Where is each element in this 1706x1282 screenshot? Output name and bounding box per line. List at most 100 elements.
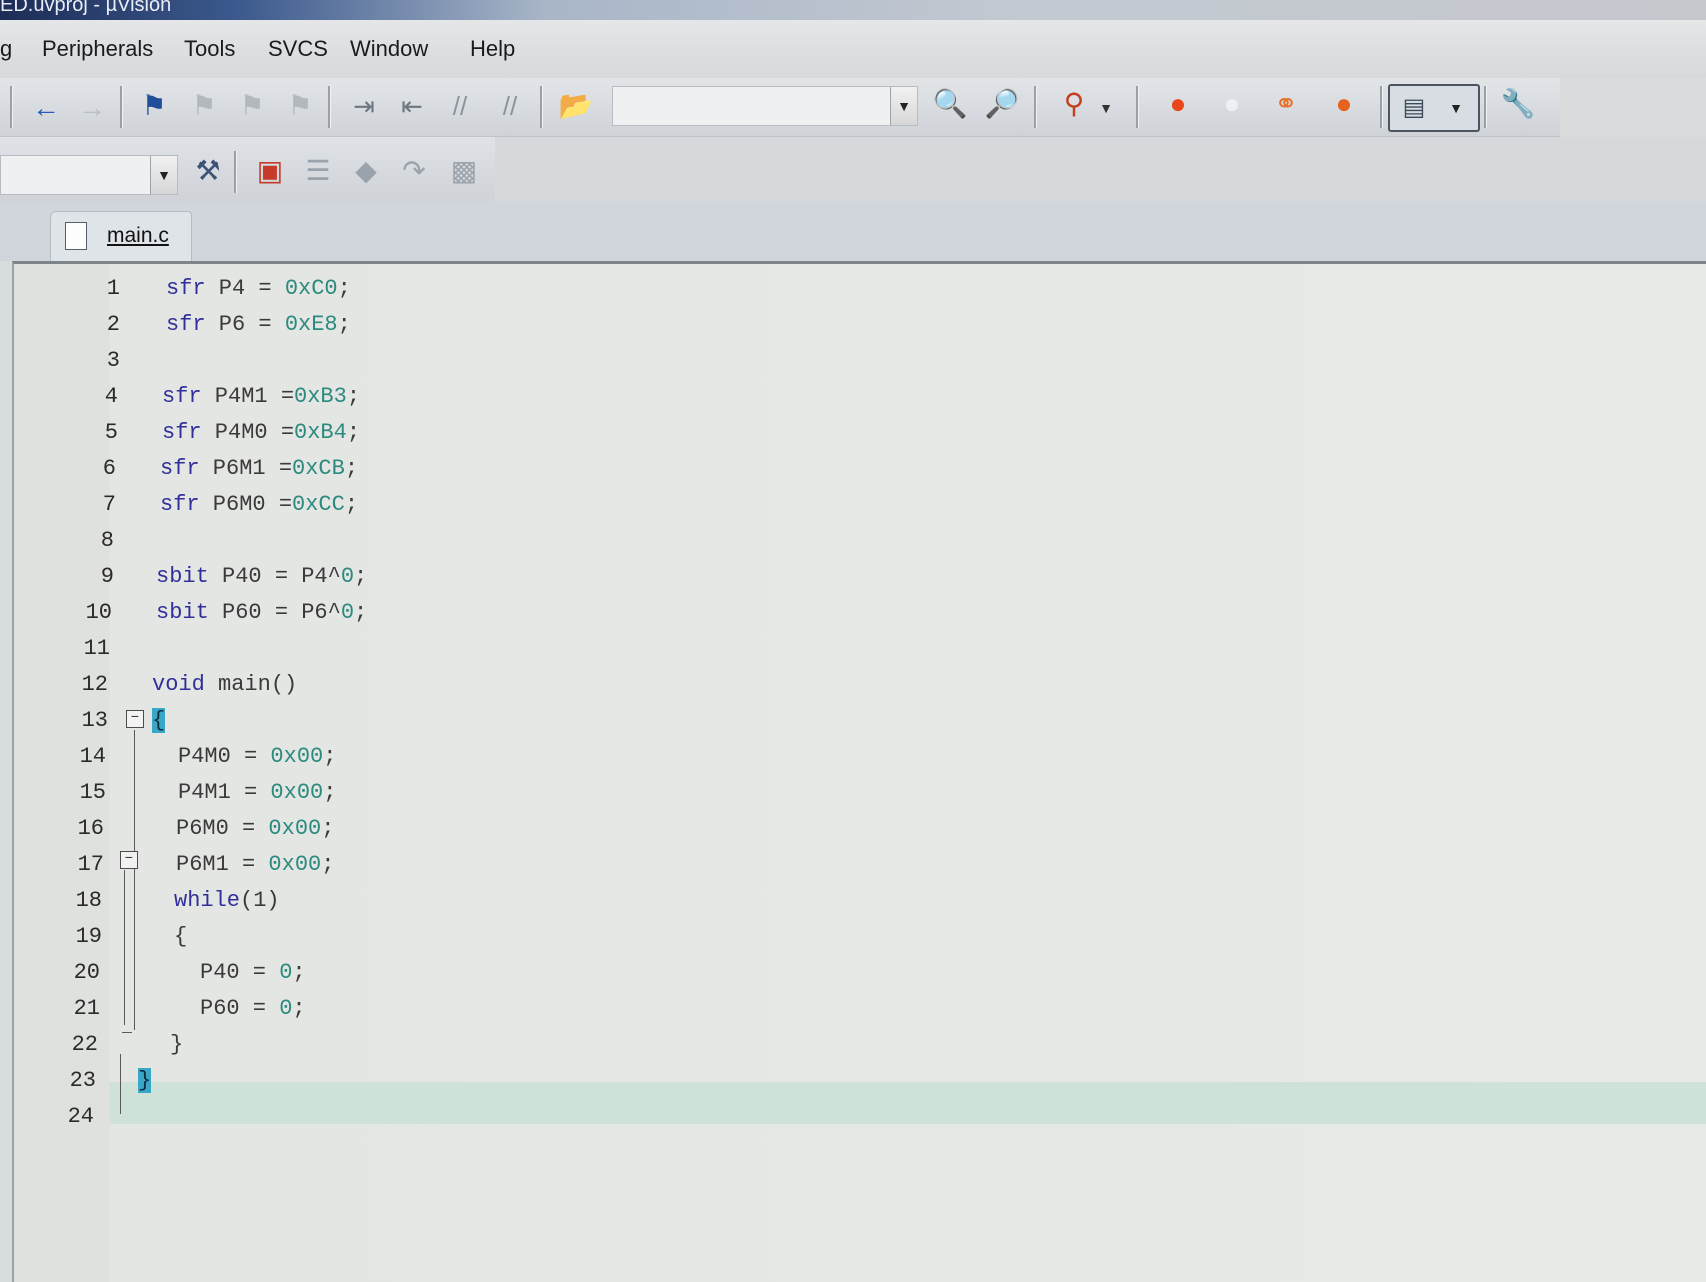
line-number: 11: [83, 636, 110, 661]
chevron-down-icon[interactable]: ▼: [1096, 90, 1116, 126]
code-line: P40 = 0;: [200, 960, 306, 985]
code-line: P6M0 = 0x00;: [176, 816, 335, 841]
line-number: 3: [106, 348, 120, 373]
back-arrow-icon[interactable]: ←: [28, 90, 64, 126]
line-number: 16: [77, 816, 104, 841]
code-line: sfr P6 = 0xE8;: [166, 312, 351, 337]
code-line: sbit P40 = P4^0;: [156, 564, 368, 589]
line-number: 12: [81, 672, 108, 697]
target-select[interactable]: ▼: [0, 155, 178, 195]
find-combo[interactable]: ▼: [612, 86, 918, 126]
code-line: }: [170, 1032, 184, 1057]
window-layout-button[interactable]: ▤ ▼: [1388, 84, 1480, 132]
next-bookmark-icon[interactable]: ⚑: [234, 88, 270, 124]
menu-bar: g Peripherals Tools SVCS Window Help: [0, 20, 1706, 78]
code-line: {: [174, 924, 188, 949]
toolbar-separator: [10, 86, 13, 128]
line-number: 19: [75, 924, 102, 949]
menu-svcs[interactable]: SVCS: [268, 36, 328, 62]
code-line: P4M0 = 0x00;: [178, 744, 337, 769]
toolbar-separator: [234, 151, 237, 193]
line-number: 17: [77, 852, 104, 877]
line-number: 21: [73, 996, 100, 1021]
menu-window[interactable]: Window: [350, 36, 428, 62]
code-line: P6M1 = 0x00;: [176, 852, 335, 877]
line-number: 8: [100, 528, 114, 553]
code-line: void main(): [152, 672, 298, 697]
tab-main-c[interactable]: main.c: [50, 211, 192, 262]
find-icon[interactable]: 🔍: [932, 86, 968, 122]
toolbar-separator: [328, 86, 331, 128]
code-line: while(1): [174, 888, 280, 913]
line-number: 24: [67, 1104, 94, 1129]
window-title: ED.uvproj - µVision: [0, 0, 172, 16]
fold-toggle-icon[interactable]: −: [126, 710, 144, 728]
code-line: sfr P4M0 =0xB4;: [162, 420, 361, 445]
bookmark-flag-icon[interactable]: ⚑: [136, 88, 172, 124]
fold-guide: [120, 1054, 121, 1114]
window-layout-icon: ▤: [1402, 94, 1426, 121]
line-number: 13: [81, 708, 108, 733]
fold-toggle-icon[interactable]: −: [120, 851, 138, 869]
tab-label: main.c: [107, 224, 169, 247]
find-in-files-icon[interactable]: 📂: [558, 88, 594, 124]
code-line: sbit P60 = P6^0;: [156, 600, 368, 625]
code-editor[interactable]: − − 1 sfr P4 = 0xC0; 2 sfr P6 = 0xE8; 3 …: [12, 261, 1706, 1282]
manage-components-icon[interactable]: ▣: [252, 153, 288, 189]
line-number: 20: [73, 960, 100, 985]
rebuild-icon[interactable]: ▩: [446, 153, 482, 189]
debug-session-icon[interactable]: ⚲: [1056, 86, 1092, 122]
code-line: {: [152, 708, 166, 733]
breakpoint-insert-icon[interactable]: ●: [1160, 86, 1196, 122]
code-line: P4M1 = 0x00;: [178, 780, 337, 805]
indent-icon[interactable]: ⇥: [346, 88, 382, 124]
breakpoint-disable-icon[interactable]: ⚭: [1268, 86, 1304, 122]
current-line-highlight: [110, 1082, 1706, 1124]
code-line: sfr P6M1 =0xCB;: [160, 456, 359, 481]
uncomment-icon[interactable]: //: [492, 88, 528, 124]
breakpoint-kill-all-icon[interactable]: ●: [1326, 86, 1362, 122]
incremental-find-icon[interactable]: 🔎: [984, 86, 1020, 122]
download-icon[interactable]: ↷: [396, 153, 432, 189]
menu-tools[interactable]: Tools: [184, 36, 235, 62]
prev-bookmark-icon[interactable]: ⚑: [186, 88, 222, 124]
code-line: sfr P4 = 0xC0;: [166, 276, 351, 301]
select-packs-icon[interactable]: ◆: [348, 153, 384, 189]
toolbar-separator: [1380, 86, 1383, 128]
breakpoint-enable-icon[interactable]: ●: [1214, 86, 1250, 122]
configure-icon[interactable]: 🔧: [1500, 86, 1536, 122]
code-line: P60 = 0;: [200, 996, 306, 1021]
chevron-down-icon[interactable]: ▼: [150, 156, 177, 194]
menu-debug[interactable]: g: [0, 36, 12, 62]
chevron-down-icon: ▼: [1449, 100, 1463, 116]
line-number: 2: [106, 312, 120, 337]
line-number: 15: [79, 780, 106, 805]
menu-help[interactable]: Help: [470, 36, 515, 62]
forward-arrow-icon[interactable]: →: [74, 90, 110, 126]
unindent-icon[interactable]: ⇤: [394, 88, 430, 124]
clear-bookmarks-icon[interactable]: ⚑: [282, 88, 318, 124]
line-number: 6: [102, 456, 116, 481]
menu-peripherals[interactable]: Peripherals: [42, 36, 153, 62]
comment-icon[interactable]: //: [442, 88, 478, 124]
file-icon: [65, 222, 87, 250]
line-number: 4: [104, 384, 118, 409]
target-options-icon[interactable]: ⚒: [190, 153, 226, 189]
line-number: 22: [71, 1032, 98, 1057]
line-number: 14: [79, 744, 106, 769]
file-extensions-icon[interactable]: ☰: [300, 153, 336, 189]
fold-guide: [122, 1032, 132, 1033]
toolbar-target: ▼ ⚒ ▣ ☰ ◆ ↷ ▩: [0, 137, 495, 201]
line-number: 9: [100, 564, 114, 589]
code-area[interactable]: [110, 264, 1706, 1282]
line-number: 23: [69, 1068, 96, 1093]
line-number: 10: [85, 600, 112, 625]
chevron-down-icon[interactable]: ▼: [890, 87, 917, 125]
code-line: }: [138, 1068, 152, 1093]
fold-guide: [134, 730, 135, 1030]
editor-tab-strip: main.c: [0, 201, 1706, 262]
line-number: 5: [104, 420, 118, 445]
toolbar-build: ← → ⚑ ⚑ ⚑ ⚑ ⇥ ⇤ // // 📂 ▼ 🔍 🔎 ⚲ ▼ ● ● ⚭ …: [0, 78, 1560, 137]
toolbar-separator: [1034, 86, 1037, 128]
toolbar-separator: [1136, 86, 1139, 128]
